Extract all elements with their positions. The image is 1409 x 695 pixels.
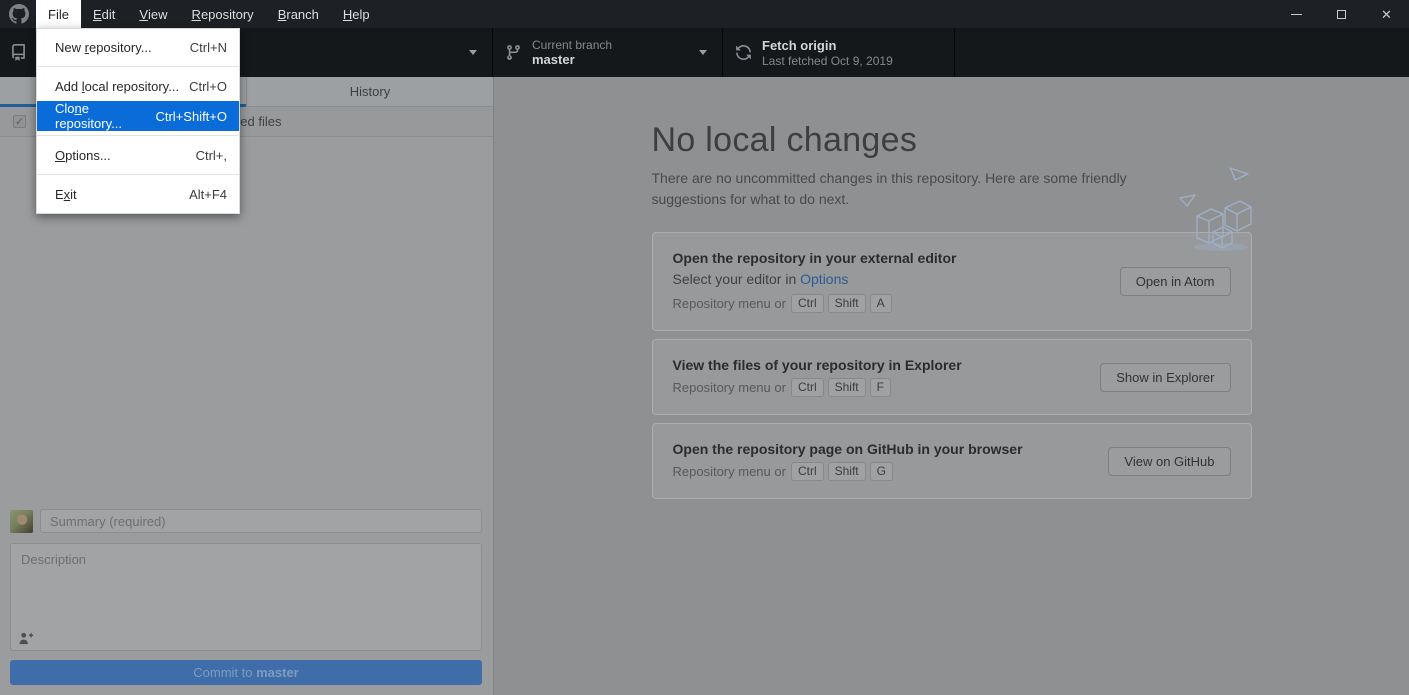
shortcut-hint: Repository menu or Ctrl Shift A: [673, 294, 1104, 313]
page-title: No local changes: [652, 121, 1252, 160]
kbd-ctrl: Ctrl: [791, 378, 824, 397]
kbd-ctrl: Ctrl: [791, 462, 824, 481]
card-title: Open the repository page on GitHub in yo…: [673, 441, 1093, 457]
card-open-editor: Open the repository in your external edi…: [652, 232, 1252, 331]
kbd-a: A: [870, 294, 892, 313]
menubar-item-repository[interactable]: Repository: [180, 0, 266, 28]
show-in-explorer-button[interactable]: Show in Explorer: [1100, 363, 1230, 392]
chevron-down-icon: [699, 50, 707, 55]
commit-form: Commit to master: [0, 499, 493, 695]
menubar-item-branch[interactable]: Branch: [266, 0, 331, 28]
window-controls: ✕: [1274, 0, 1409, 28]
main-content: No local changes There are no uncommitte…: [494, 77, 1409, 695]
suggestion-cards: Open the repository in your external edi…: [652, 232, 1252, 499]
user-avatar: [10, 510, 33, 533]
minimize-icon[interactable]: [1274, 0, 1319, 28]
shortcut-hint: Repository menu or Ctrl Shift G: [673, 462, 1093, 481]
titlebar: File Edit View Repository Branch Help ✕: [0, 0, 1409, 28]
shortcut-hint: Repository menu or Ctrl Shift F: [673, 378, 1085, 397]
menu-item-new-repository[interactable]: New repository... Ctrl+N: [37, 32, 239, 62]
options-link[interactable]: Options: [800, 271, 848, 287]
fetch-origin-button[interactable]: Fetch origin Last fetched Oct 9, 2019: [723, 28, 955, 77]
menu-item-add-local-repository[interactable]: Add local repository... Ctrl+O: [37, 71, 239, 101]
select-all-checkbox[interactable]: [13, 115, 26, 128]
view-on-github-button[interactable]: View on GitHub: [1108, 447, 1230, 476]
git-branch-icon: [505, 44, 522, 61]
commit-summary-input[interactable]: [40, 509, 482, 533]
menu-shortcut: Ctrl+O: [183, 79, 227, 94]
card-title: View the files of your repository in Exp…: [673, 357, 1085, 373]
fetch-origin-subtitle: Last fetched Oct 9, 2019: [762, 54, 893, 68]
card-editor-line: Select your editor in Options: [673, 271, 1104, 287]
menubar: File Edit View Repository Branch Help: [36, 0, 382, 28]
card-title: Open the repository in your external edi…: [673, 250, 1104, 266]
open-in-atom-button[interactable]: Open in Atom: [1120, 267, 1231, 296]
github-logo-icon: [9, 4, 29, 24]
commit-description-input[interactable]: [11, 544, 481, 628]
kbd-ctrl: Ctrl: [791, 294, 824, 313]
menu-shortcut: Ctrl+,: [190, 148, 227, 163]
commit-button[interactable]: Commit to master: [10, 660, 482, 685]
kbd-shift: Shift: [828, 294, 866, 313]
menu-shortcut: Ctrl+Shift+O: [149, 109, 227, 124]
tab-history[interactable]: History: [246, 77, 493, 106]
menubar-item-help[interactable]: Help: [331, 0, 382, 28]
current-branch-value: master: [532, 52, 612, 68]
card-show-explorer: View the files of your repository in Exp…: [652, 339, 1252, 415]
menu-shortcut: Alt+F4: [183, 187, 227, 202]
sync-icon: [735, 44, 752, 61]
maximize-icon[interactable]: [1319, 0, 1364, 28]
kbd-f: F: [870, 378, 891, 397]
page-subtitle: There are no uncommitted changes in this…: [652, 168, 1157, 210]
paper-stack-illustration-icon: [1175, 165, 1255, 258]
menu-separator: [37, 174, 239, 175]
menu-item-exit[interactable]: Exit Alt+F4: [37, 179, 239, 209]
menubar-item-edit[interactable]: Edit: [81, 0, 127, 28]
menu-separator: [37, 66, 239, 67]
current-branch-label: Current branch: [532, 38, 612, 52]
chevron-down-icon: [469, 50, 477, 55]
file-menu-popup: New repository... Ctrl+N Add local repos…: [36, 28, 240, 214]
menu-item-options[interactable]: Options... Ctrl+,: [37, 140, 239, 170]
kbd-shift: Shift: [828, 378, 866, 397]
menu-shortcut: Ctrl+N: [184, 40, 227, 55]
repo-icon: [10, 44, 27, 61]
current-branch-button[interactable]: Current branch master: [493, 28, 723, 77]
menu-item-clone-repository[interactable]: Clone repository... Ctrl+Shift+O: [37, 101, 239, 131]
kbd-g: G: [870, 462, 893, 481]
card-view-github: Open the repository page on GitHub in yo…: [652, 423, 1252, 499]
fetch-origin-title: Fetch origin: [762, 38, 893, 54]
add-coauthor-icon[interactable]: [19, 632, 34, 645]
kbd-shift: Shift: [828, 462, 866, 481]
close-icon[interactable]: ✕: [1364, 0, 1409, 28]
menu-separator: [37, 135, 239, 136]
menubar-item-file[interactable]: File: [36, 0, 81, 28]
menubar-item-view[interactable]: View: [127, 0, 179, 28]
